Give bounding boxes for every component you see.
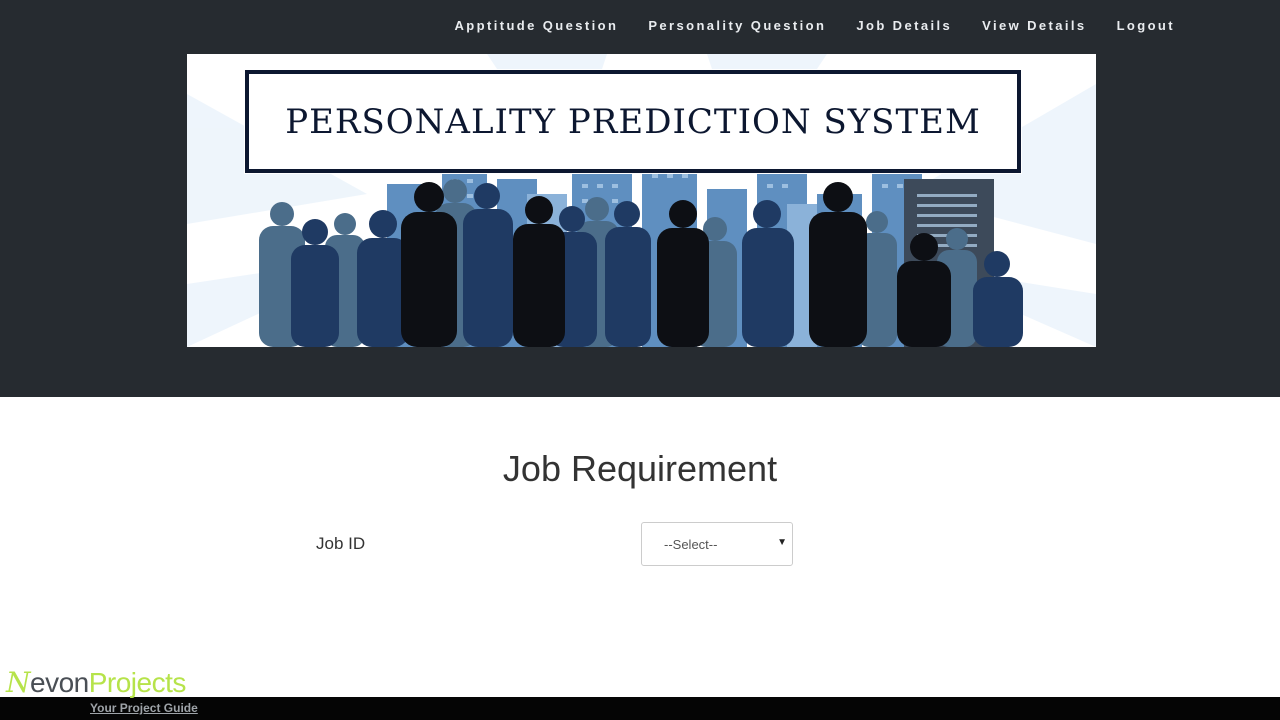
nav-job-details[interactable]: Job Details xyxy=(856,18,952,33)
job-id-label: Job ID xyxy=(316,534,366,553)
chevron-down-icon: ▼ xyxy=(777,537,787,548)
page-title: Job Requirement xyxy=(502,448,778,489)
top-nav: Apptitude Question Personality Question … xyxy=(425,18,1176,33)
banner-title-frame: PERSONALITY PREDICTION SYSTEM xyxy=(245,70,1021,173)
logo-part-2: evon xyxy=(30,667,89,698)
job-id-select-value: --Select-- xyxy=(664,537,718,552)
job-id-select[interactable]: --Select-- ▼ xyxy=(641,522,793,566)
logo-part-1: N xyxy=(6,666,31,699)
watermark-tagline: Your Project Guide xyxy=(90,701,198,715)
nav-aptitude-question[interactable]: Apptitude Question xyxy=(455,18,619,33)
logo-part-3: Projects xyxy=(88,667,187,698)
banner-image: PERSONALITY PREDICTION SYSTEM xyxy=(187,54,1096,347)
nav-logout[interactable]: Logout xyxy=(1117,18,1175,33)
nav-personality-question[interactable]: Personality Question xyxy=(648,18,826,33)
banner-title: PERSONALITY PREDICTION SYSTEM xyxy=(285,101,981,142)
nav-view-details[interactable]: View Details xyxy=(982,18,1086,33)
page-header: Apptitude Question Personality Question … xyxy=(0,0,1280,397)
watermark-logo: NevonProjects xyxy=(6,668,186,698)
